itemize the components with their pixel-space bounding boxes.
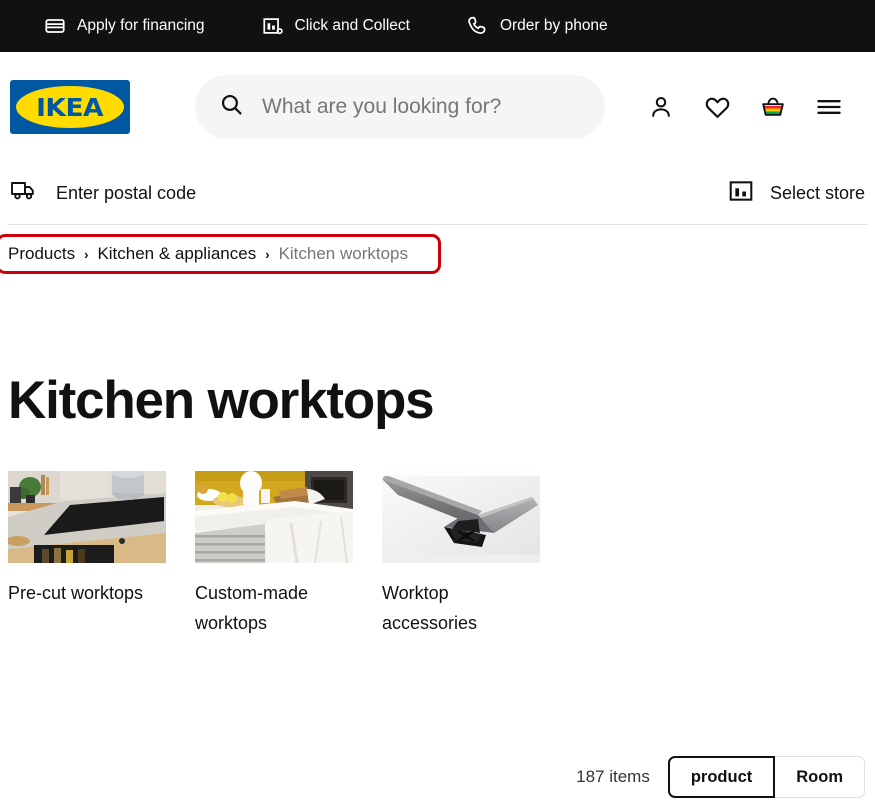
select-store-label: Select store (769, 182, 865, 203)
enter-postal-code-label: Enter postal code (56, 182, 197, 203)
logo-ellipse: IKEA ® (16, 86, 124, 128)
header-icon-group (633, 79, 865, 135)
breadcrumb-item-kitchen-worktops: Kitchen worktops (278, 244, 409, 263)
topbar-item-order-by-phone[interactable]: Order by phone (467, 0, 608, 52)
credit-card-icon (44, 15, 66, 37)
category-card-pre-cut-worktops[interactable]: Pre-cut worktops (8, 471, 166, 638)
location-bar: Enter postal code Select store (0, 162, 875, 224)
grey-worktop-edging-profile-photo (382, 471, 540, 563)
search-input[interactable]: What are you looking for? (195, 75, 605, 139)
breadcrumb-item-kitchen-appliances[interactable]: Kitchen & appliances (97, 244, 256, 264)
breadcrumb-item-products[interactable]: Products (8, 244, 75, 264)
enter-postal-code-button[interactable]: Enter postal code (10, 178, 196, 209)
favourites-heart-icon[interactable] (689, 79, 745, 135)
topbar-item-click-and-collect[interactable]: Click and Collect (262, 0, 410, 52)
view-toggle: product Room (667, 756, 865, 798)
category-card-custom-made-worktops[interactable]: Custom-made worktops (195, 471, 353, 638)
kitchen-grey-worktop-hob-photo (8, 471, 166, 563)
store-pickup-icon (262, 15, 284, 37)
ikea-logo[interactable]: IKEA ® (10, 80, 130, 134)
site-header: IKEA ® What are you looking for? (0, 52, 875, 162)
category-card-label: Custom-made worktops (195, 583, 309, 633)
category-card-list: Pre-cut worktops Custom-made worktops Wo… (0, 427, 875, 638)
topbar-item-label: Order by phone (499, 17, 608, 34)
results-toolbar: 187 items product Room (0, 756, 875, 798)
logo-registered-mark: ® (115, 93, 120, 99)
delivery-truck-icon (10, 178, 40, 209)
category-card-label: Worktop accessories (382, 583, 478, 633)
category-card-label: Pre-cut worktops (8, 583, 144, 603)
white-marble-worktop-kitchen-photo (195, 471, 353, 563)
top-utility-bar: Apply for financing Click and Collect Or… (0, 0, 875, 52)
search-icon (219, 92, 244, 122)
breadcrumb: Products › Kitchen & appliances › Kitche… (0, 239, 875, 269)
category-card-worktop-accessories[interactable]: Worktop accessories (382, 471, 540, 638)
breadcrumb-zone: Products › Kitchen & appliances › Kitche… (0, 225, 875, 274)
topbar-item-label: Click and Collect (294, 17, 410, 34)
search-placeholder: What are you looking for? (262, 95, 502, 118)
shopping-bag-icon[interactable] (745, 79, 801, 135)
logo-text: IKEA (36, 92, 104, 122)
select-store-button[interactable]: Select store (728, 178, 865, 209)
account-icon[interactable] (633, 79, 689, 135)
topbar-item-apply-for-financing[interactable]: Apply for financing (44, 0, 205, 52)
view-toggle-product[interactable]: product (667, 756, 776, 798)
chevron-right-icon: › (84, 246, 89, 262)
page-title: Kitchen worktops (8, 371, 435, 430)
store-icon (728, 178, 754, 209)
menu-hamburger-icon[interactable] (801, 79, 857, 135)
chevron-right-icon: › (265, 246, 270, 262)
view-toggle-room[interactable]: Room (775, 756, 865, 798)
topbar-item-label: Apply for financing (77, 17, 205, 34)
phone-icon (467, 15, 489, 37)
item-count: 187 items (576, 767, 650, 786)
